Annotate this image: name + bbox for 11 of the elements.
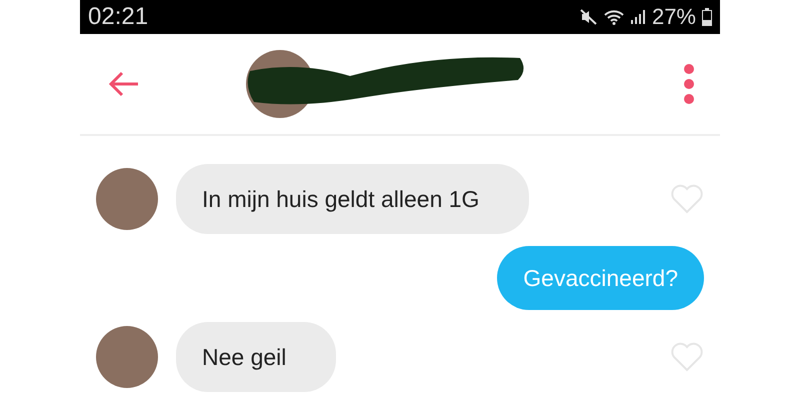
back-arrow-icon[interactable] xyxy=(108,70,140,98)
battery-icon xyxy=(702,8,712,26)
wifi-icon xyxy=(604,9,624,25)
message-bubble: Gevaccineerd? xyxy=(497,246,704,310)
mute-icon xyxy=(580,9,598,25)
clock-time: 02:21 xyxy=(88,3,148,31)
battery-percent: 27% xyxy=(652,4,696,30)
signal-icon xyxy=(630,9,646,25)
message-bubble: In mijn huis geldt alleen 1G xyxy=(176,164,530,234)
more-options-icon[interactable] xyxy=(682,62,696,106)
message-bubble: Nee geil xyxy=(176,322,336,392)
